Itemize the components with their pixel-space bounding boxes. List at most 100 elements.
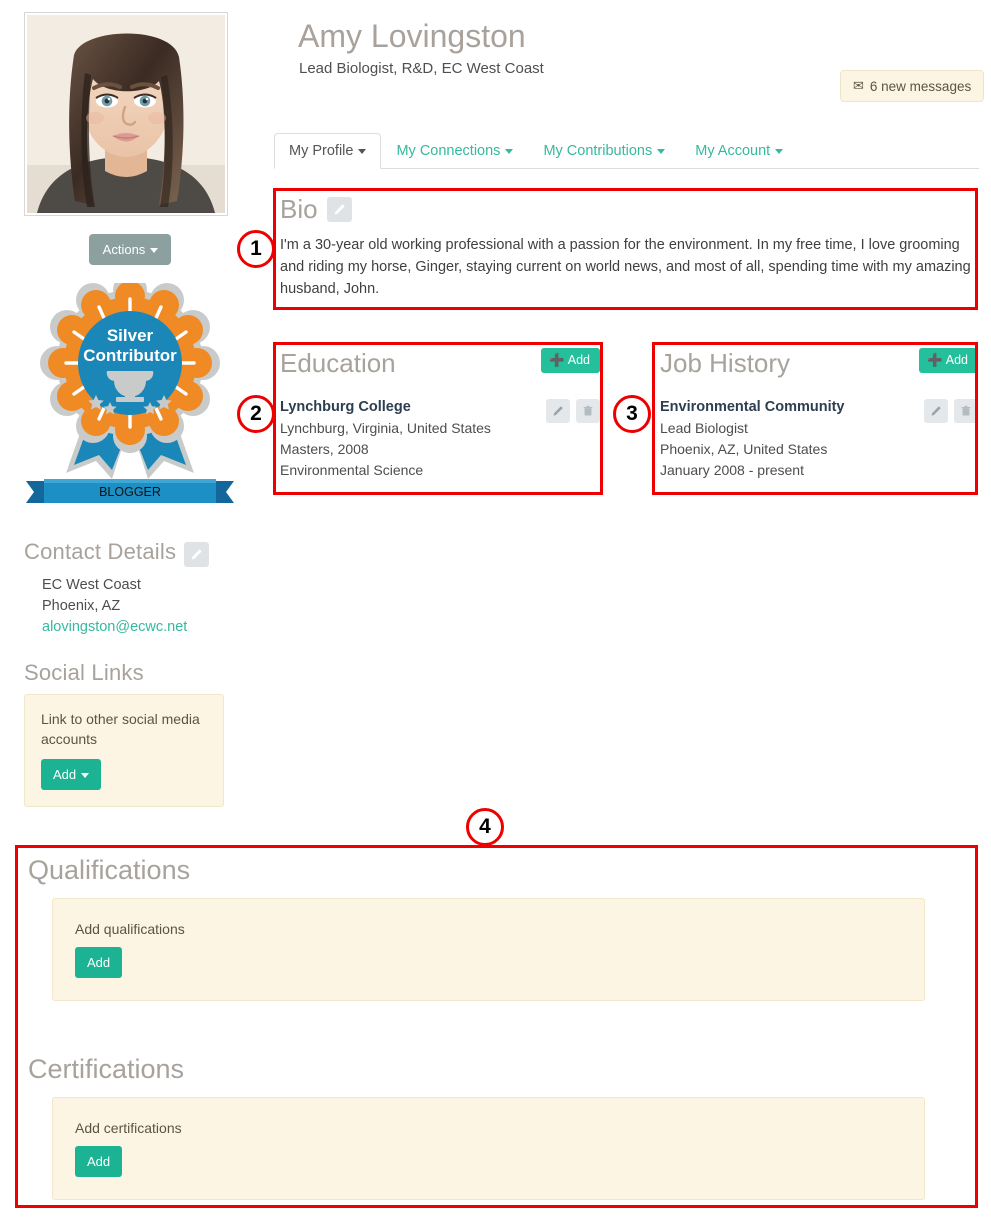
certifications-card: Add certifications Add <box>52 1097 925 1200</box>
profile-page: Actions Silver Contributor BLOGGER Conta… <box>0 0 991 1218</box>
edit-job-button[interactable] <box>924 399 948 423</box>
bio-heading: Bio <box>280 194 318 224</box>
tab-my-contributions[interactable]: My Contributions <box>528 133 680 169</box>
delete-education-button[interactable] <box>576 399 600 423</box>
chevron-down-icon <box>505 148 514 154</box>
add-social-label: Add <box>53 767 77 782</box>
pencil-icon <box>334 204 345 215</box>
tab-my-connections[interactable]: My Connections <box>381 133 528 169</box>
add-job-button[interactable]: ➕ Add <box>919 348 978 373</box>
contact-lines: EC West Coast Phoenix, AZ alovingston@ec… <box>42 575 236 638</box>
annotation-number-4: 4 <box>466 808 504 846</box>
job-history-entry-lines: Environmental Community Lead Biologist P… <box>660 397 845 481</box>
badge-line2: Contributor <box>83 346 177 365</box>
add-education-button[interactable]: ➕ Add <box>541 348 600 373</box>
edit-education-button[interactable] <box>546 399 570 423</box>
blogger-ribbon-label: BLOGGER <box>99 485 161 499</box>
job-history-heading: Job History <box>660 348 791 378</box>
annotation-number-1: 1 <box>237 230 275 268</box>
bio-panel: Bio I'm a 30-year old working profession… <box>280 194 972 300</box>
trash-icon <box>583 405 593 416</box>
edit-contact-button[interactable] <box>184 541 210 567</box>
envelope-icon: ✉ <box>853 78 864 93</box>
avatar-image <box>27 15 225 213</box>
job-history-entry: Environmental Community Lead Biologist P… <box>660 397 978 481</box>
add-qualification-label: Add <box>87 955 111 970</box>
badge-line1: Silver <box>107 326 154 345</box>
tab-my-account-label: My Account <box>695 143 771 159</box>
contact-details-header: Contact Details <box>24 539 236 569</box>
profile-subtitle: Lead Biologist, R&D, EC West Coast <box>299 60 544 77</box>
delete-job-button[interactable] <box>954 399 978 423</box>
chevron-down-icon <box>150 248 159 254</box>
add-education-label: Add <box>567 353 590 367</box>
education-heading: Education <box>280 348 396 378</box>
pencil-icon <box>931 406 941 416</box>
sidebar: Actions Silver Contributor BLOGGER Conta… <box>24 12 236 807</box>
annotation-number-3: 3 <box>613 395 651 433</box>
job-company: Environmental Community <box>660 399 845 415</box>
silver-contributor-medal-icon: Silver Contributor <box>40 273 220 479</box>
actions-wrap: Actions <box>24 234 236 265</box>
tab-my-connections-label: My Connections <box>396 143 501 159</box>
chevron-down-icon <box>657 148 666 154</box>
contact-line-company: EC West Coast <box>42 577 141 593</box>
education-entry-tools <box>546 397 600 481</box>
social-links-card: Link to other social media accounts Add <box>24 694 224 807</box>
education-field: Environmental Science <box>280 462 424 478</box>
add-social-link-button[interactable]: Add <box>41 759 102 790</box>
tab-my-contributions-label: My Contributions <box>543 143 653 159</box>
tab-my-account[interactable]: My Account <box>680 133 798 169</box>
education-header: Education ➕ Add <box>280 348 600 379</box>
education-location: Lynchburg, Virginia, United States <box>280 420 491 436</box>
education-school: Lynchburg College <box>280 399 411 415</box>
chevron-down-icon <box>358 148 367 154</box>
new-messages-label: 6 new messages <box>869 78 972 94</box>
job-history-header: Job History ➕ Add <box>660 348 978 379</box>
social-links-prompt: Link to other social media accounts <box>41 711 200 747</box>
trash-icon <box>961 405 971 416</box>
education-degree: Masters, 2008 <box>280 441 369 457</box>
add-job-label: Add <box>945 353 968 367</box>
contact-line-location: Phoenix, AZ <box>42 598 121 614</box>
social-links-heading: Social Links <box>24 660 144 685</box>
job-location: Phoenix, AZ, United States <box>660 441 828 457</box>
profile-tabs: My Profile My Connections My Contributio… <box>274 131 979 169</box>
certifications-panel: Certifications Add certifications Add <box>28 1054 958 1200</box>
certifications-prompt: Add certifications <box>75 1120 182 1136</box>
job-history-entry-tools <box>924 397 978 481</box>
page-title: Amy Lovingston <box>298 18 526 54</box>
contact-details-block: Contact Details EC West Coast Phoenix, A… <box>24 539 236 638</box>
contact-email-link[interactable]: alovingston@ecwc.net <box>42 619 187 635</box>
tab-my-profile[interactable]: My Profile <box>274 133 382 169</box>
plus-icon: ➕ <box>927 353 943 367</box>
avatar <box>24 12 228 216</box>
chevron-down-icon <box>81 773 90 779</box>
actions-button[interactable]: Actions <box>88 234 172 265</box>
add-certification-button[interactable]: Add <box>75 1146 123 1177</box>
job-dates: January 2008 - present <box>660 462 804 478</box>
contributor-badge: Silver Contributor BLOGGER <box>24 273 236 523</box>
social-links-block: Social Links Link to other social media … <box>24 660 236 807</box>
qualifications-heading: Qualifications <box>28 855 191 885</box>
pencil-icon <box>191 548 202 560</box>
contact-details-heading: Contact Details <box>24 539 177 564</box>
qualifications-prompt: Add qualifications <box>75 921 185 937</box>
blogger-ribbon: BLOGGER <box>26 479 234 503</box>
qualifications-card: Add qualifications Add <box>52 898 925 1001</box>
qualifications-panel: Qualifications Add qualifications Add <box>28 855 958 1001</box>
add-qualification-button[interactable]: Add <box>75 947 123 978</box>
edit-bio-button[interactable] <box>326 197 352 222</box>
actions-label: Actions <box>102 242 146 257</box>
education-entry: Lynchburg College Lynchburg, Virginia, U… <box>280 397 600 481</box>
chevron-down-icon <box>775 148 784 154</box>
bio-header: Bio <box>280 194 972 225</box>
annotation-number-2: 2 <box>237 395 275 433</box>
new-messages-badge[interactable]: ✉ 6 new messages <box>840 70 985 102</box>
plus-icon: ➕ <box>549 353 565 367</box>
job-history-panel: Job History ➕ Add Environmental Communit… <box>660 348 978 481</box>
add-certification-label: Add <box>87 1154 111 1169</box>
tab-my-profile-label: My Profile <box>289 143 354 159</box>
bio-text: I'm a 30-year old working professional w… <box>280 237 971 297</box>
certifications-heading: Certifications <box>28 1054 185 1084</box>
